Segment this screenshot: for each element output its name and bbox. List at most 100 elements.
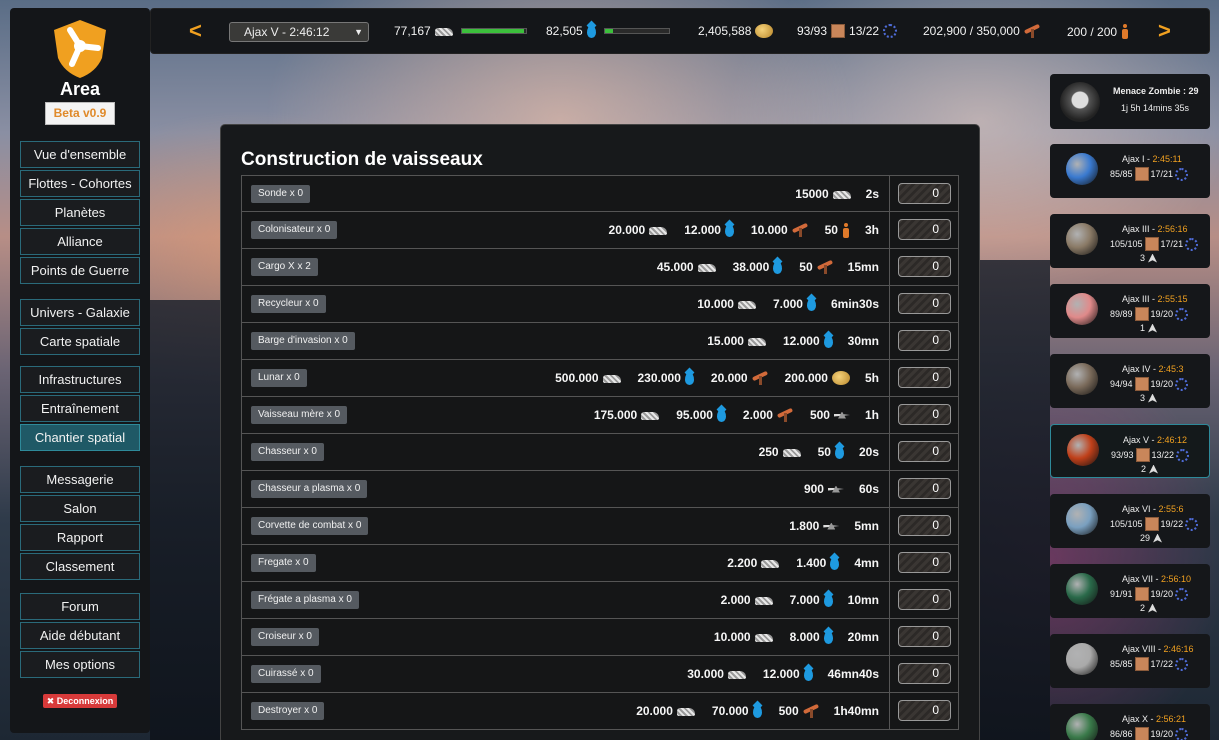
build-time: 4mn bbox=[854, 556, 879, 570]
cost-item: 95.000 bbox=[676, 408, 726, 422]
planet-timer: 2:45:3 bbox=[1158, 364, 1184, 374]
resource-bar: < Ajax V - 2:46:12 ▼ 77,167 82,505 2,405… bbox=[150, 8, 1210, 54]
planet-stats: 85/85 17/21 bbox=[1110, 167, 1189, 181]
cost-value: 230.000 bbox=[637, 371, 681, 385]
metal-icon bbox=[727, 669, 746, 680]
ship-name-button[interactable]: Frégate a plasma x 0 bbox=[251, 591, 359, 609]
planet-card[interactable]: Ajax X - 2:56:21 86/86 19/20 bbox=[1050, 704, 1210, 740]
ship-name-button[interactable]: Destroyer x 0 bbox=[251, 702, 325, 720]
nav-item-rapport[interactable]: Rapport bbox=[20, 524, 140, 551]
nav-item-classement[interactable]: Classement bbox=[20, 553, 140, 580]
cost-item: 50 bbox=[799, 260, 832, 274]
planet-fleet: 3 bbox=[1140, 393, 1158, 403]
ship-name-button[interactable]: Chasseur x 0 bbox=[251, 443, 324, 461]
cost-item: 175.000 bbox=[594, 408, 660, 422]
nav-item-flottes-cohortes[interactable]: Flottes - Cohortes bbox=[20, 170, 140, 197]
crate-icon bbox=[1134, 167, 1149, 181]
nav-item-points-de-guerre[interactable]: Points de Guerre bbox=[20, 257, 140, 284]
quantity-input[interactable]: 0 bbox=[898, 700, 951, 721]
planet-timer: 2:56:10 bbox=[1161, 574, 1192, 584]
quantity-input[interactable]: 0 bbox=[898, 515, 951, 536]
build-time: 1h bbox=[864, 408, 879, 422]
build-time: 3h bbox=[864, 223, 879, 237]
credits-resource: 2,405,588 bbox=[698, 24, 774, 38]
quantity-input[interactable]: 0 bbox=[898, 478, 951, 499]
planet-icon bbox=[1066, 363, 1098, 395]
cost-item: 12.000 bbox=[783, 334, 833, 348]
quantity-input[interactable]: 0 bbox=[898, 367, 951, 388]
planet-fields: 85/85 bbox=[1110, 169, 1133, 179]
ship-row: Corvette de combat x 0 1.800 5mn 0 bbox=[241, 508, 959, 545]
nav-item-univers-galaxie[interactable]: Univers - Galaxie bbox=[20, 299, 140, 326]
metal-resource: 77,167 bbox=[394, 24, 527, 38]
ship-name-button[interactable]: Recycleur x 0 bbox=[251, 295, 326, 313]
planet-name: Ajax VII - 2:56:10 bbox=[1122, 574, 1191, 584]
planet-card[interactable]: Ajax III - 2:56:16 105/105 17/21 3 bbox=[1050, 214, 1210, 268]
shipyard-panel: Construction de vaisseaux Sonde x 0 15000… bbox=[220, 124, 980, 740]
ship-name-button[interactable]: Cargo X x 2 bbox=[251, 258, 318, 276]
cost-item: 15000 bbox=[795, 187, 851, 201]
ship-name-button[interactable]: Barge d'invasion x 0 bbox=[251, 332, 355, 350]
quantity-input[interactable]: 0 bbox=[898, 404, 951, 425]
ship-name-button[interactable]: Vaisseau mère x 0 bbox=[251, 406, 348, 424]
quantity-input[interactable]: 0 bbox=[898, 441, 951, 462]
quantity-input[interactable]: 0 bbox=[898, 663, 951, 684]
water-drop-icon bbox=[752, 704, 762, 718]
nav-item-alliance[interactable]: Alliance bbox=[20, 228, 140, 255]
planet-card[interactable]: Ajax IV - 2:45:3 94/94 19/20 3 bbox=[1050, 354, 1210, 408]
coin-icon bbox=[831, 371, 850, 385]
cost-value: 500 bbox=[778, 704, 799, 718]
ship-name-button[interactable]: Chasseur a plasma x 0 bbox=[251, 480, 368, 498]
ship-name-button[interactable]: Croiseur x 0 bbox=[251, 628, 319, 646]
quantity-input[interactable]: 0 bbox=[898, 293, 951, 314]
ship-name-button[interactable]: Fregate x 0 bbox=[251, 554, 316, 572]
quantity-input[interactable]: 0 bbox=[898, 256, 951, 277]
nav-item-plan-tes[interactable]: Planètes bbox=[20, 199, 140, 226]
quantity-input[interactable]: 0 bbox=[898, 330, 951, 351]
nav-item-infrastructures[interactable]: Infrastructures bbox=[20, 366, 140, 393]
ship-name-button[interactable]: Corvette de combat x 0 bbox=[251, 517, 369, 535]
cost-item: 15.000 bbox=[707, 334, 766, 348]
quantity-input[interactable]: 0 bbox=[898, 589, 951, 610]
water-progress bbox=[603, 28, 670, 34]
planet-stats: 105/105 17/21 bbox=[1110, 237, 1199, 251]
area-logo-icon[interactable]: Area bbox=[48, 18, 112, 98]
planet-card[interactable]: Ajax V - 2:46:12 93/93 13/22 2 bbox=[1050, 424, 1210, 478]
logout-button[interactable]: ✖ Deconnexion bbox=[43, 694, 117, 708]
planet-card[interactable]: Ajax III - 2:55:15 89/89 19/20 1 bbox=[1050, 284, 1210, 338]
ship-row: Barge d'invasion x 0 15.000 12.000 30mn 0 bbox=[241, 323, 959, 360]
quantity-input[interactable]: 0 bbox=[898, 552, 951, 573]
planet-timer: 2:46:12 bbox=[1157, 435, 1188, 445]
ship-costs: 2.200 1.400 4mn bbox=[715, 545, 879, 581]
person-icon bbox=[1121, 24, 1129, 39]
planet-card[interactable]: Ajax VII - 2:56:10 91/91 19/20 2 bbox=[1050, 564, 1210, 618]
ship-icon bbox=[1149, 464, 1159, 474]
ship-name-button[interactable]: Colonisateur x 0 bbox=[251, 221, 338, 239]
prev-planet-button[interactable]: < bbox=[189, 18, 202, 44]
metal-icon bbox=[747, 336, 766, 347]
ship-icon bbox=[1148, 323, 1158, 333]
quantity-input[interactable]: 0 bbox=[898, 626, 951, 647]
planet-name-text: Ajax VIII - bbox=[1122, 644, 1164, 654]
nav-item-carte-spatiale[interactable]: Carte spatiale bbox=[20, 328, 140, 355]
nav-item-chantier-spatial[interactable]: Chantier spatial bbox=[20, 424, 140, 451]
planet-card[interactable]: Ajax VIII - 2:46:16 85/85 17/22 bbox=[1050, 634, 1210, 688]
nav-item-aide-d-butant[interactable]: Aide débutant bbox=[20, 622, 140, 649]
planet-card[interactable]: Ajax VI - 2:55:6 105/105 19/22 29 bbox=[1050, 494, 1210, 548]
ship-name-button[interactable]: Sonde x 0 bbox=[251, 185, 311, 203]
nav-item-messagerie[interactable]: Messagerie bbox=[20, 466, 140, 493]
ship-name-button[interactable]: Lunar x 0 bbox=[251, 369, 307, 387]
nav-item-forum[interactable]: Forum bbox=[20, 593, 140, 620]
nav-item-entra-nement[interactable]: Entraînement bbox=[20, 395, 140, 422]
quantity-input[interactable]: 0 bbox=[898, 183, 951, 204]
planet-select[interactable]: Ajax V - 2:46:12 ▼ bbox=[229, 22, 369, 42]
nav-item-mes-options[interactable]: Mes options bbox=[20, 651, 140, 678]
planet-name: Ajax X - 2:56:21 bbox=[1122, 714, 1186, 724]
nav-item-salon[interactable]: Salon bbox=[20, 495, 140, 522]
next-planet-button[interactable]: > bbox=[1158, 18, 1171, 44]
nav-item-vue-d-ensemble[interactable]: Vue d'ensemble bbox=[20, 141, 140, 168]
planet-card[interactable]: Ajax I - 2:45:11 85/85 17/21 bbox=[1050, 144, 1210, 198]
quantity-input[interactable]: 0 bbox=[898, 219, 951, 240]
ship-name-button[interactable]: Cuirassé x 0 bbox=[251, 665, 321, 683]
column-divider bbox=[889, 619, 890, 655]
